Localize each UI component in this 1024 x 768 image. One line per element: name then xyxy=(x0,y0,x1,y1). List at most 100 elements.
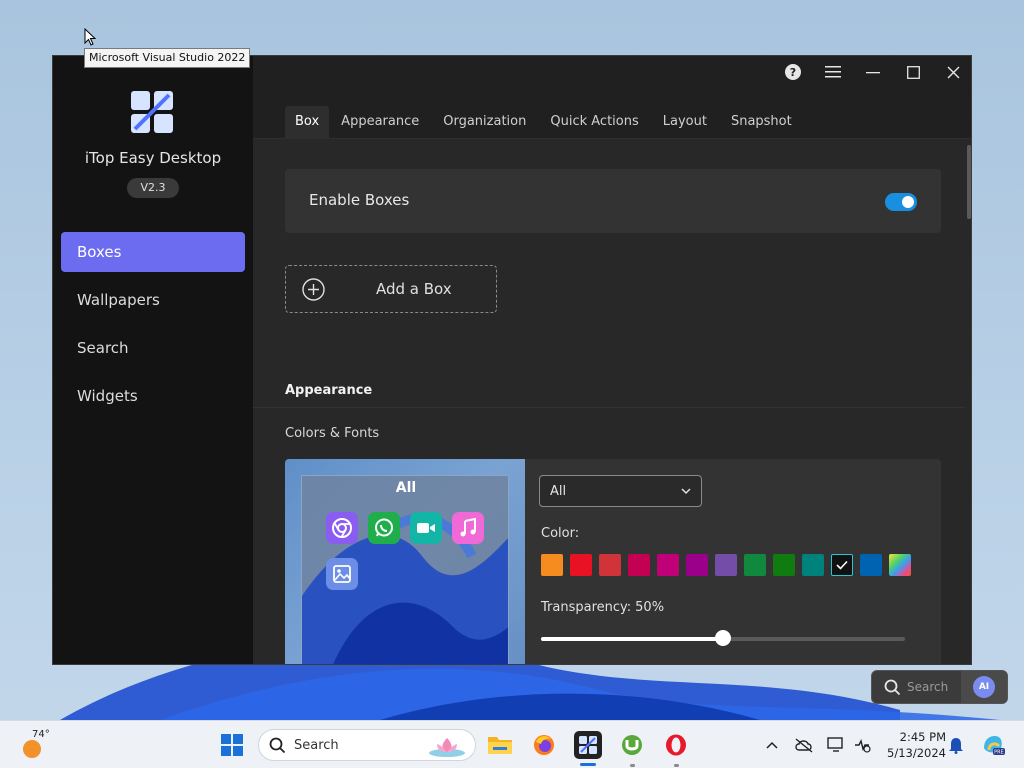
chrome-app-icon xyxy=(326,512,358,544)
sidebar-item-boxes[interactable]: Boxes xyxy=(61,232,245,272)
appearance-section-title: Appearance xyxy=(285,383,373,398)
copilot-icon: PRE xyxy=(984,736,1005,756)
tab-bar: Box Appearance Organization Quick Action… xyxy=(285,106,804,138)
close-button[interactable] xyxy=(933,56,971,88)
tab-snapshot[interactable]: Snapshot xyxy=(719,106,804,138)
checkmark-icon xyxy=(836,560,848,570)
slider-thumb[interactable] xyxy=(715,630,731,646)
color-swatch[interactable] xyxy=(541,554,563,576)
ai-icon: AI xyxy=(973,676,995,698)
network-tray-button[interactable] xyxy=(852,735,872,755)
tab-quick-actions[interactable]: Quick Actions xyxy=(538,106,650,138)
color-swatches xyxy=(541,554,911,576)
transparency-value: 50% xyxy=(635,600,665,615)
hamburger-menu-icon xyxy=(825,66,841,78)
taskbar-search-label: Search xyxy=(294,738,339,753)
minimize-icon xyxy=(866,72,880,74)
main-panel: ? Box Appearance Organization Quick Acti… xyxy=(253,56,971,664)
opera-button[interactable] xyxy=(662,731,690,759)
color-swatch[interactable] xyxy=(715,554,737,576)
sidebar-item-wallpapers[interactable]: Wallpapers xyxy=(61,280,245,320)
color-swatch[interactable] xyxy=(773,554,795,576)
preview-box-title: All xyxy=(395,480,417,496)
search-icon xyxy=(884,679,901,696)
sidebar-item-widgets[interactable]: Widgets xyxy=(61,376,245,416)
tab-organization[interactable]: Organization xyxy=(431,106,538,138)
weather-widget[interactable]: 74° xyxy=(20,729,50,761)
sidebar-item-search[interactable]: Search xyxy=(61,328,245,368)
tab-appearance[interactable]: Appearance xyxy=(329,106,431,138)
running-app-indicator xyxy=(630,764,635,767)
taskbar-search-box[interactable]: Search xyxy=(258,729,476,761)
close-icon xyxy=(947,66,959,78)
box-select-dropdown[interactable]: All xyxy=(539,475,702,507)
color-label: Color: xyxy=(541,526,580,541)
mouse-cursor-icon xyxy=(84,28,96,46)
slider-fill xyxy=(541,637,723,641)
color-swatch[interactable] xyxy=(802,554,824,576)
box-preview: All xyxy=(285,459,525,664)
tab-box[interactable]: Box xyxy=(285,106,330,138)
floating-search-widget[interactable]: Search AI xyxy=(871,670,1008,704)
copilot-button[interactable]: PRE xyxy=(980,735,1006,756)
notifications-button[interactable] xyxy=(946,735,966,755)
floating-search-label: Search xyxy=(907,680,949,694)
active-app-indicator xyxy=(580,763,596,766)
add-box-button[interactable]: Add a Box xyxy=(285,265,497,313)
help-icon: ? xyxy=(785,64,801,80)
color-swatch[interactable] xyxy=(686,554,708,576)
color-swatch[interactable] xyxy=(628,554,650,576)
onedrive-tray-button[interactable] xyxy=(794,735,814,755)
minimize-button[interactable] xyxy=(853,56,893,88)
color-swatch[interactable] xyxy=(831,554,853,576)
tab-layout[interactable]: Layout xyxy=(651,106,719,138)
content-scrollbar[interactable] xyxy=(965,139,971,664)
color-swatch[interactable] xyxy=(860,554,882,576)
taskbar-clock[interactable]: 2:45 PM 5/13/2024 xyxy=(880,729,946,761)
folder-icon xyxy=(488,737,512,754)
file-explorer-button[interactable] xyxy=(486,731,514,759)
enable-boxes-label: Enable Boxes xyxy=(309,191,410,209)
running-app-indicator xyxy=(674,764,679,767)
ai-assistant-button[interactable]: AI xyxy=(961,671,1007,703)
transparency-slider[interactable] xyxy=(541,630,905,646)
tooltip: Microsoft Visual Studio 2022 xyxy=(84,48,251,68)
photos-app-icon xyxy=(326,558,358,590)
chevron-down-icon xyxy=(681,488,691,495)
color-swatch[interactable] xyxy=(657,554,679,576)
cloud-offline-icon xyxy=(795,738,813,753)
display-tray-button[interactable] xyxy=(826,735,846,755)
enable-boxes-toggle[interactable] xyxy=(885,193,917,211)
color-swatch[interactable] xyxy=(570,554,592,576)
utorrent-button[interactable] xyxy=(618,731,646,759)
color-swatch[interactable] xyxy=(744,554,766,576)
music-app-icon xyxy=(452,512,484,544)
start-button[interactable] xyxy=(218,731,246,759)
color-swatch[interactable] xyxy=(599,554,621,576)
maximize-button[interactable] xyxy=(893,56,933,88)
show-hidden-icons-button[interactable] xyxy=(762,735,782,755)
firefox-button[interactable] xyxy=(530,731,558,759)
chevron-up-icon xyxy=(766,741,778,749)
svg-text:?: ? xyxy=(790,66,796,79)
monitor-icon xyxy=(827,737,843,752)
menu-button[interactable] xyxy=(813,56,853,88)
svg-text:PRE: PRE xyxy=(994,750,1004,756)
colors-fonts-subtitle: Colors & Fonts xyxy=(285,426,380,441)
appearance-card: All All Color: Transparency: 50% xyxy=(285,459,941,664)
firefox-icon xyxy=(534,735,554,755)
app-name: iTop Easy Desktop xyxy=(84,149,222,167)
network-disconnected-icon xyxy=(855,738,871,753)
preview-box-frame: All xyxy=(301,475,509,664)
weather-sun-icon xyxy=(23,740,41,758)
opera-icon xyxy=(666,734,686,756)
video-app-icon xyxy=(410,512,442,544)
transparency-label-text: Transparency: xyxy=(541,600,632,615)
weather-temp: 74° xyxy=(32,729,50,740)
itop-easy-desktop-taskbar-button[interactable] xyxy=(574,731,602,759)
scrollbar-thumb[interactable] xyxy=(967,145,971,219)
custom-color-picker[interactable] xyxy=(889,554,911,576)
help-button[interactable]: ? xyxy=(773,56,813,88)
section-divider xyxy=(253,407,965,408)
itop-easy-desktop-window: iTop Easy Desktop V2.3 Boxes Wallpapers … xyxy=(52,55,972,665)
